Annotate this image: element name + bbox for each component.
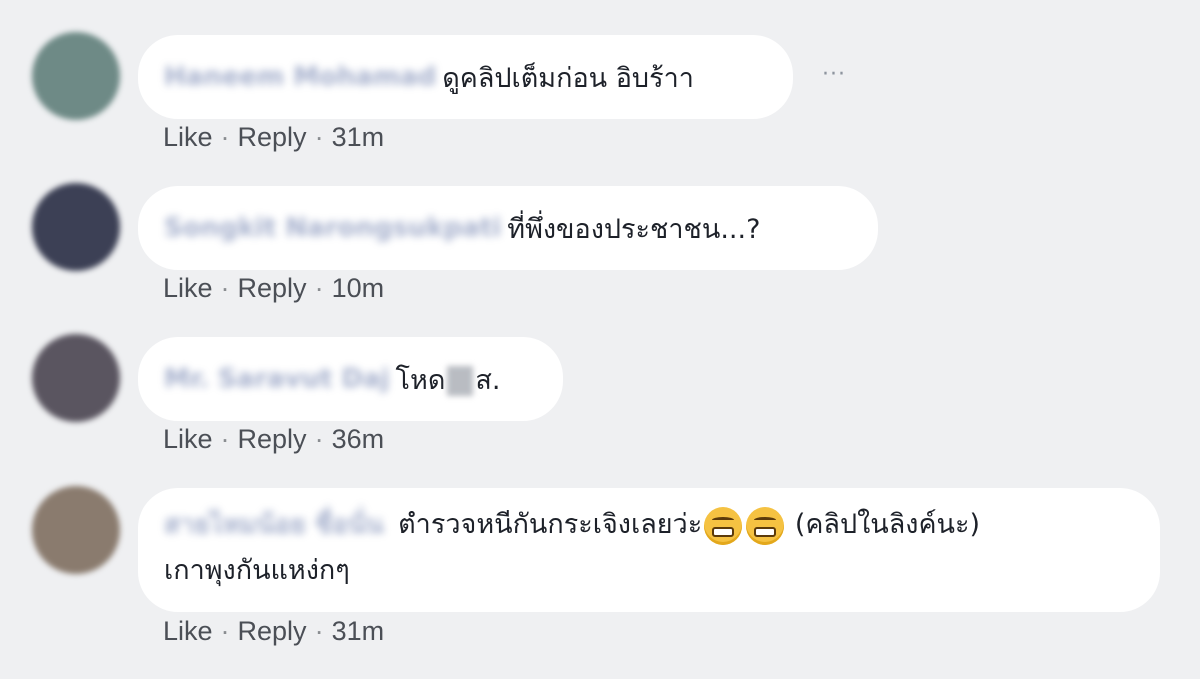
comment-text: โหด ส. [395,358,501,401]
timestamp[interactable]: 10m [332,273,385,303]
separator: · [314,616,324,646]
author-name[interactable]: สายไหมน้อย ชื่อนั่น [164,510,384,540]
timestamp[interactable]: 31m [332,616,385,646]
separator: · [220,616,230,646]
separator: · [314,424,324,454]
comment-text-end: ส. [475,364,501,396]
comment-bubble: Songkit Narongsukpati ที่พึ่งของประชาชน.… [138,186,878,270]
author-name[interactable]: Mr. Saravut Daj [164,364,390,394]
like-button[interactable]: Like [163,616,213,646]
separator: · [314,122,324,152]
author-name[interactable]: Haneem Mohamad [164,62,436,92]
reply-button[interactable]: Reply [238,616,307,646]
comment-bubble: Mr. Saravut Daj โหด ส. [138,337,563,421]
comment-text: ที่พึ่งของประชาชน...? [507,213,761,245]
comment-actions: Like · Reply · 31m [163,122,384,153]
timestamp[interactable]: 36m [332,424,385,454]
reply-button[interactable]: Reply [238,273,307,303]
separator: · [220,424,230,454]
separator: · [220,122,230,152]
separator: · [220,273,230,303]
author-name[interactable]: Songkit Narongsukpati [164,213,501,243]
avatar[interactable] [32,32,120,120]
reply-button[interactable]: Reply [238,122,307,152]
comment-text-link-note: (คลิปในลิงค์นะ) [794,509,981,540]
like-button[interactable]: Like [163,122,213,152]
grimacing-face-icon [746,506,785,545]
comment-text: ดูคลิปเต็มก่อน อิบร้าา [442,62,694,94]
separator: · [314,273,324,303]
comment-text-start: โหด [395,364,446,396]
comment-bubble: สายไหมน้อย ชื่อนั่น ตำรวจหนีกันกระเจิงเล… [138,488,1160,612]
comment-text-line2: เกาพุงกันแหง่กๆ [164,555,350,586]
comment-actions: Like · Reply · 36m [163,424,384,455]
avatar[interactable] [32,183,120,271]
more-options-icon[interactable]: ··· [822,62,846,87]
reply-button[interactable]: Reply [238,424,307,454]
comment-actions: Like · Reply · 31m [163,616,384,647]
like-button[interactable]: Like [163,273,213,303]
like-button[interactable]: Like [163,424,213,454]
grimacing-face-icon [704,506,743,545]
avatar[interactable] [32,486,120,574]
comment-text-line1: ตำรวจหนีกันกระเจิงเลยว่ะ [398,509,703,540]
comment-text: สายไหมน้อย ชื่อนั่น ตำรวจหนีกันกระเจิงเล… [164,502,980,594]
comment-bubble: Haneem Mohamad ดูคลิปเต็มก่อน อิบร้าา [138,35,793,119]
avatar[interactable] [32,334,120,422]
timestamp[interactable]: 31m [332,122,385,152]
comment-actions: Like · Reply · 10m [163,273,384,304]
censored-word [447,366,474,396]
